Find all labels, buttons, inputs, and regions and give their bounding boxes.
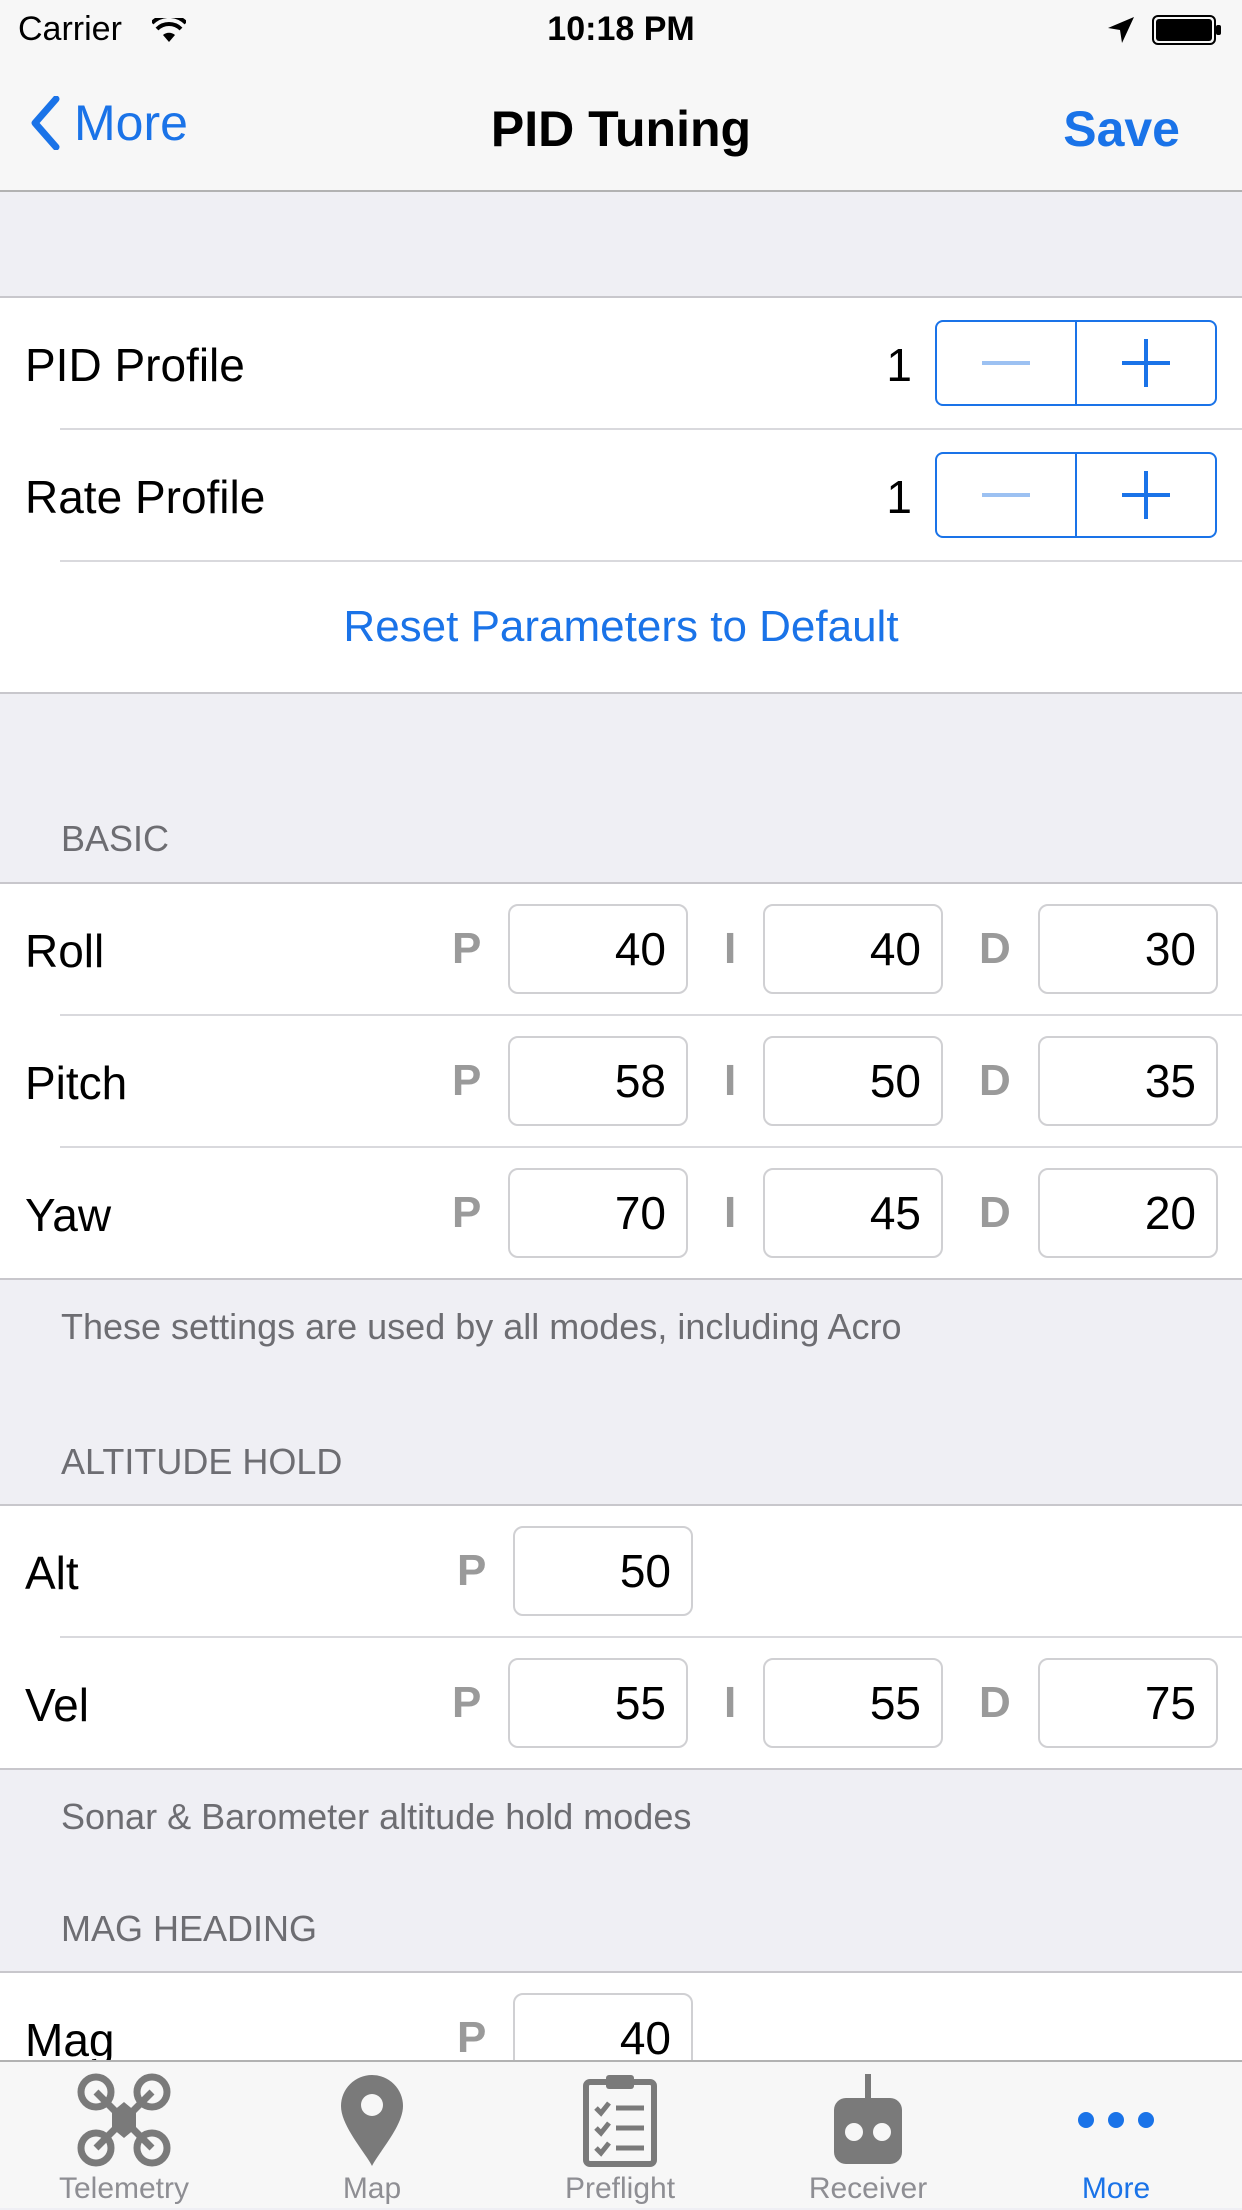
pitch-p-input[interactable]: 58 [508, 1036, 688, 1126]
vel-i-input[interactable]: 55 [763, 1658, 943, 1748]
yaw-d-input[interactable]: 20 [1038, 1168, 1218, 1258]
altitude-section: Alt P 50 Vel P 55 I 55 D 75 [0, 1504, 1242, 1770]
save-button[interactable]: Save [1063, 100, 1180, 158]
plus-icon [1122, 339, 1170, 387]
basic-section: Roll P 40 I 40 D 30 Pitch P 58 I 50 D 35… [0, 882, 1242, 1280]
battery-icon [1152, 15, 1222, 45]
plus-icon [1122, 471, 1170, 519]
pitch-row: Pitch P 58 I 50 D 35 [0, 1016, 1242, 1148]
pid-profile-value: 1 [886, 339, 912, 391]
i-label: I [724, 1678, 737, 1727]
tab-map[interactable]: Map [248, 2062, 496, 2210]
d-label: D [979, 1056, 1011, 1105]
tab-preflight[interactable]: Preflight [496, 2062, 744, 2210]
rate-profile-stepper [935, 452, 1217, 538]
i-label: I [724, 924, 737, 973]
tab-label: Map [342, 2172, 402, 2205]
alt-row: Alt P 50 [0, 1506, 1242, 1638]
rate-profile-increment-button[interactable] [1075, 454, 1215, 536]
profile-section: PID Profile 1 Rate Profile 1 Reset Param… [0, 296, 1242, 694]
vel-row: Vel P 55 I 55 D 75 [0, 1638, 1242, 1770]
drone-icon [0, 2072, 248, 2168]
yaw-p-input[interactable]: 70 [508, 1168, 688, 1258]
i-label: I [724, 1056, 737, 1105]
altitude-section-footer: Sonar & Barometer altitude hold modes [61, 1796, 692, 1837]
status-time: 10:18 PM [547, 10, 695, 48]
tab-receiver[interactable]: Receiver [744, 2062, 992, 2210]
p-label: P [452, 1056, 482, 1105]
p-label: P [457, 1546, 487, 1595]
rate-profile-label: Rate Profile [25, 471, 266, 523]
reset-row: Reset Parameters to Default [0, 562, 1242, 694]
rate-profile-row: Rate Profile 1 [0, 430, 1242, 562]
rate-profile-decrement-button[interactable] [937, 454, 1075, 536]
yaw-i-input[interactable]: 45 [763, 1168, 943, 1258]
map-pin-icon [248, 2072, 496, 2168]
clipboard-icon [496, 2072, 744, 2168]
mag-section-header: MAG HEADING [61, 1908, 318, 1949]
alt-label: Alt [25, 1547, 79, 1599]
d-label: D [979, 1678, 1011, 1727]
tab-bar: Telemetry Map Preflight Receiver More [0, 2060, 1242, 2208]
receiver-icon [744, 2072, 992, 2168]
pitch-d-input[interactable]: 35 [1038, 1036, 1218, 1126]
minus-icon [982, 361, 1030, 365]
pitch-i-input[interactable]: 50 [763, 1036, 943, 1126]
roll-row: Roll P 40 I 40 D 30 [0, 884, 1242, 1016]
roll-i-input[interactable]: 40 [763, 904, 943, 994]
tab-label: Telemetry [58, 2172, 190, 2205]
tab-label: More [1081, 2172, 1151, 2205]
status-bar: Carrier 10:18 PM [0, 0, 1242, 60]
pid-profile-stepper [935, 320, 1217, 406]
reset-defaults-button[interactable]: Reset Parameters to Default [0, 602, 1242, 652]
vel-d-input[interactable]: 75 [1038, 1658, 1218, 1748]
vel-label: Vel [25, 1679, 89, 1731]
p-label: P [452, 1678, 482, 1727]
more-icon [992, 2072, 1240, 2168]
page-title: PID Tuning [490, 101, 752, 157]
pid-profile-row: PID Profile 1 [0, 298, 1242, 430]
pid-profile-decrement-button[interactable] [937, 322, 1075, 404]
basic-section-footer: These settings are used by all modes, in… [61, 1306, 902, 1347]
tab-label: Preflight [564, 2172, 676, 2205]
p-label: P [457, 2013, 487, 2062]
navigation-bar: More PID Tuning Save [0, 60, 1242, 192]
p-label: P [452, 1188, 482, 1237]
basic-section-header: BASIC [61, 818, 170, 859]
pid-profile-increment-button[interactable] [1075, 322, 1215, 404]
vel-p-input[interactable]: 55 [508, 1658, 688, 1748]
roll-p-input[interactable]: 40 [508, 904, 688, 994]
location-arrow-icon [1106, 15, 1136, 54]
tab-more[interactable]: More [992, 2062, 1240, 2210]
tab-label: Receiver [808, 2172, 928, 2205]
mag-label: Mag [25, 2014, 115, 2066]
yaw-row: Yaw P 70 I 45 D 20 [0, 1148, 1242, 1280]
alt-p-input[interactable]: 50 [513, 1526, 693, 1616]
pitch-label: Pitch [25, 1057, 128, 1109]
altitude-section-header: ALTITUDE HOLD [61, 1441, 343, 1482]
p-label: P [452, 924, 482, 973]
d-label: D [979, 1188, 1011, 1237]
i-label: I [724, 1188, 737, 1237]
roll-d-input[interactable]: 30 [1038, 904, 1218, 994]
rate-profile-value: 1 [886, 471, 912, 523]
roll-label: Roll [25, 925, 105, 977]
tab-telemetry[interactable]: Telemetry [0, 2062, 248, 2210]
pid-profile-label: PID Profile [25, 339, 245, 391]
minus-icon [982, 493, 1030, 497]
d-label: D [979, 924, 1011, 973]
yaw-label: Yaw [25, 1189, 112, 1241]
